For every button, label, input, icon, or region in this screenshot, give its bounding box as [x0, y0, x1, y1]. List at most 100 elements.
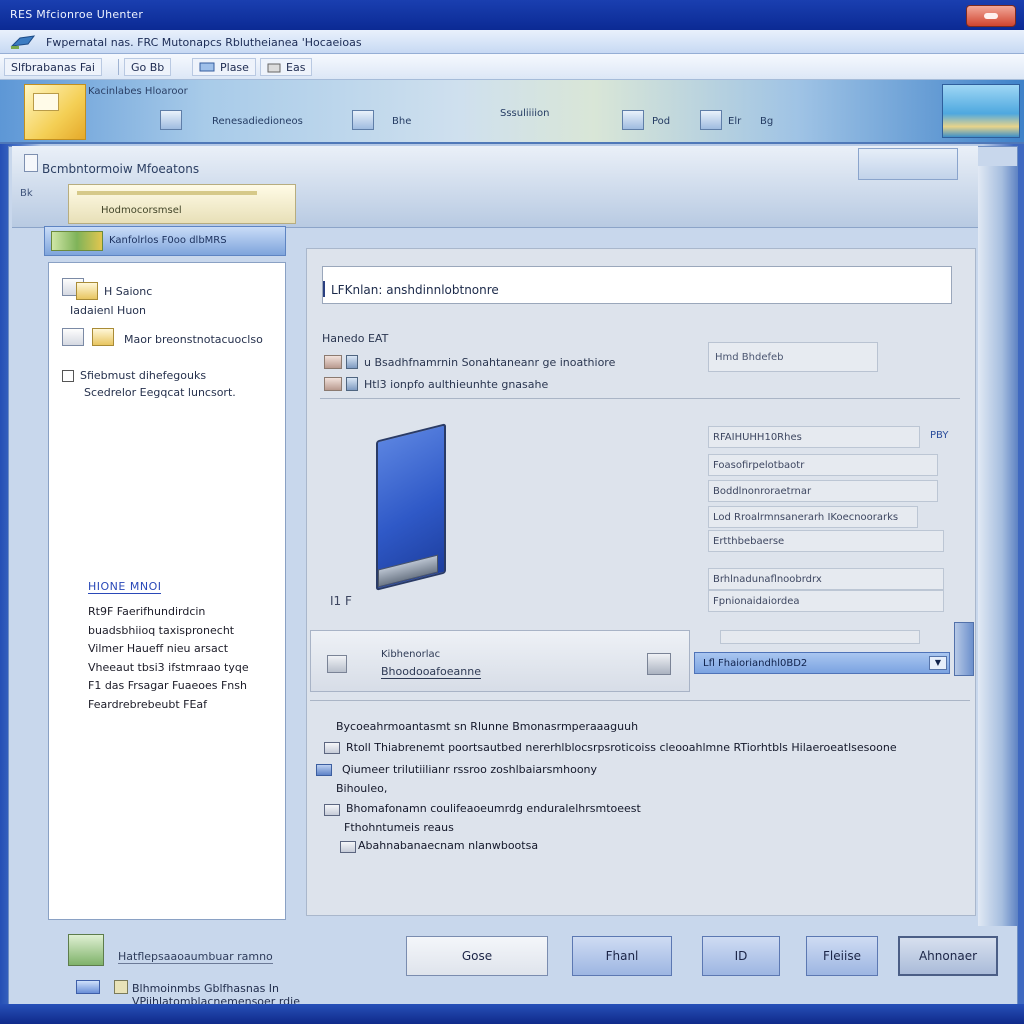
- option-label[interactable]: u Bsadhfnamrnin Sonahtaneanr ge inoathio…: [364, 356, 615, 369]
- document-icon: [33, 93, 59, 111]
- log-line: Bihouleo,: [336, 782, 388, 795]
- banner-landscape-image: [942, 84, 1020, 138]
- right-rail: [978, 166, 1018, 926]
- folder-icon: [92, 328, 114, 346]
- left-item-label[interactable]: H Saionc: [104, 285, 152, 298]
- log-entry-icon: [340, 841, 356, 853]
- driver-select[interactable]: Lfl Fhaioriandhl0BD2 ▼: [694, 652, 950, 674]
- left-panel: [48, 262, 286, 920]
- banner-label: Pod: [652, 116, 671, 127]
- dialog-title: Bcmbntormoiw Mfoeatons: [42, 162, 200, 176]
- left-item-sublabel: Iadaienl Huon: [70, 304, 147, 317]
- path-value: LFKnlan: anshdinnlobtnonre: [331, 283, 499, 297]
- back-link[interactable]: Bk: [20, 188, 33, 199]
- option-label[interactable]: Htl3 ionpfo aulthieunhte gnasahe: [364, 378, 548, 391]
- toolbar: Slfbrabanas Fai Go Bb Plase Eas: [0, 54, 1024, 80]
- window-title: RES Mfcionroe Uhenter: [10, 8, 144, 21]
- spec-field: Foasofirpelotbaotr: [708, 454, 938, 476]
- close-button[interactable]: Gose: [406, 936, 548, 976]
- folder-icon: [76, 282, 98, 300]
- log-line: Bhomafonamn coulifeaoeumrdg enduralelhrs…: [346, 802, 641, 815]
- left-section-heading: HIONE MNOI: [88, 580, 162, 594]
- banner-label: Renesadiedioneos: [212, 116, 303, 127]
- banner-shortcut-icon[interactable]: [622, 110, 644, 130]
- banner-label: Elr: [728, 116, 742, 127]
- banner-shortcut-icon[interactable]: [160, 110, 182, 130]
- banner-label: Sssuliiiion: [500, 108, 550, 119]
- toolbar-label: Plase: [220, 60, 249, 74]
- driver-name: Kibhenorlac: [381, 649, 441, 660]
- advanced-button[interactable]: Ahnonaer: [898, 936, 998, 976]
- spec-field: RFAIHUHH10Rhes: [708, 426, 920, 448]
- left-check-label: Sfiebmust dihefegouks: [80, 369, 207, 382]
- page-icon: [24, 154, 38, 172]
- log-entry-icon: [316, 764, 332, 776]
- folder-icon: [114, 980, 128, 994]
- left-item-label[interactable]: Maor breonstnotacuoclso: [124, 333, 263, 346]
- left-panel-header[interactable]: Kanfolrlos F0oo dlbMRS: [44, 226, 286, 256]
- left-check-sublabel: Scedrelor Eegqcat luncsort.: [84, 386, 236, 399]
- toolbar-button-plase[interactable]: Plase: [192, 58, 256, 76]
- menu-items[interactable]: Fwpernatal nas. FRC Mutonapcs Rblutheian…: [46, 36, 362, 49]
- toolbar-label: Go Bb: [131, 60, 165, 74]
- spec-field: Ertthbebaerse: [708, 530, 944, 552]
- app-menu-icon[interactable]: [10, 34, 36, 50]
- side-tab[interactable]: [858, 148, 958, 180]
- device-icon: [324, 355, 342, 369]
- spec-field: Boddlnonroraetrnar: [708, 480, 938, 502]
- description-line: Vheeaut tbsi3 ifstmraao tyqe: [88, 660, 249, 674]
- spec-field: Brhlnadunaflnoobrdrx: [708, 568, 944, 590]
- path-field[interactable]: LFKnlan: anshdinnlobtnonre: [322, 266, 952, 304]
- divider: [310, 700, 970, 701]
- log-entry-icon: [324, 742, 340, 754]
- select-preview: [720, 630, 920, 644]
- toolbar-label: Slfbrabanas Fai: [11, 60, 95, 74]
- help-button[interactable]: Fleiise: [806, 936, 878, 976]
- toolbar-button-file[interactable]: Slfbrabanas Fai: [4, 58, 102, 76]
- driver-item[interactable]: Kibhenorlac Bhoodooafoeanne: [310, 630, 690, 692]
- properties-icon[interactable]: [647, 653, 671, 675]
- tab-label: Hodmocorsmsel: [101, 205, 182, 216]
- toolbar-button-go[interactable]: Go Bb: [124, 58, 172, 76]
- description-line: buadsbhiioq taxispronecht: [88, 623, 235, 637]
- select-value: Lfl Fhaioriandhl0BD2: [703, 658, 808, 669]
- next-button[interactable]: ID: [702, 936, 780, 976]
- chevron-down-icon[interactable]: ▼: [929, 656, 947, 670]
- spec-badge[interactable]: PBY: [930, 430, 948, 441]
- toolbar-separator: [118, 59, 119, 75]
- option-checkbox[interactable]: [62, 370, 74, 382]
- banner-shortcut-icon[interactable]: [700, 110, 722, 130]
- close-window-button[interactable]: [966, 5, 1016, 27]
- description-line: Feardrebrebeubt FEaf: [88, 697, 208, 711]
- window-bottom-border: [0, 1004, 1024, 1024]
- network-icon: [199, 62, 215, 72]
- back-button[interactable]: Fhanl: [572, 936, 672, 976]
- banner-shortcut-icon[interactable]: [352, 110, 374, 130]
- log-line: Qiumeer trilutiilianr rssroo zoshlbaiars…: [342, 763, 598, 776]
- monitor-icon: [76, 980, 100, 994]
- toolbar-button-eas[interactable]: Eas: [260, 58, 313, 76]
- driver-icon: [346, 355, 358, 369]
- scrollbar-thumb[interactable]: [954, 622, 974, 676]
- description-line: F1 das Frsagar Fuaeoes Fnsh: [88, 679, 247, 692]
- toolbar-label: Eas: [286, 60, 306, 74]
- divider: [320, 398, 960, 399]
- status-title[interactable]: Hatflepsaaoaumbuar ramno: [118, 950, 273, 964]
- description-line: Rt9F Faerifhundirdcin: [88, 605, 206, 618]
- close-icon: [984, 13, 998, 19]
- folder-icon: [267, 63, 281, 73]
- log-entry-icon: [324, 804, 340, 816]
- text-cursor: [323, 281, 325, 297]
- document-icon: [62, 328, 84, 346]
- spec-field: Lod Rroalrmnsanerarh IKoecnoorarks: [708, 506, 918, 528]
- tab-stripe: [77, 191, 257, 195]
- banner-title: Kacinlabes Hloaroor: [88, 86, 188, 97]
- description-line: Vilmer Haueff nieu arsact: [88, 642, 229, 655]
- driver-link[interactable]: Bhoodooafoeanne: [381, 665, 481, 679]
- menu-bar: Fwpernatal nas. FRC Mutonapcs Rblutheian…: [0, 30, 1024, 54]
- status-bar: Blhmoinmbs Gblfhasnas In VPiihlatomblacn…: [60, 976, 420, 1008]
- search-input[interactable]: Hmd Bhdefeb: [708, 342, 878, 372]
- header-tab[interactable]: Hodmocorsmsel: [68, 184, 296, 224]
- title-bar: RES Mfcionroe Uhenter: [0, 0, 1024, 30]
- section-label: Hanedo EAT: [322, 332, 389, 345]
